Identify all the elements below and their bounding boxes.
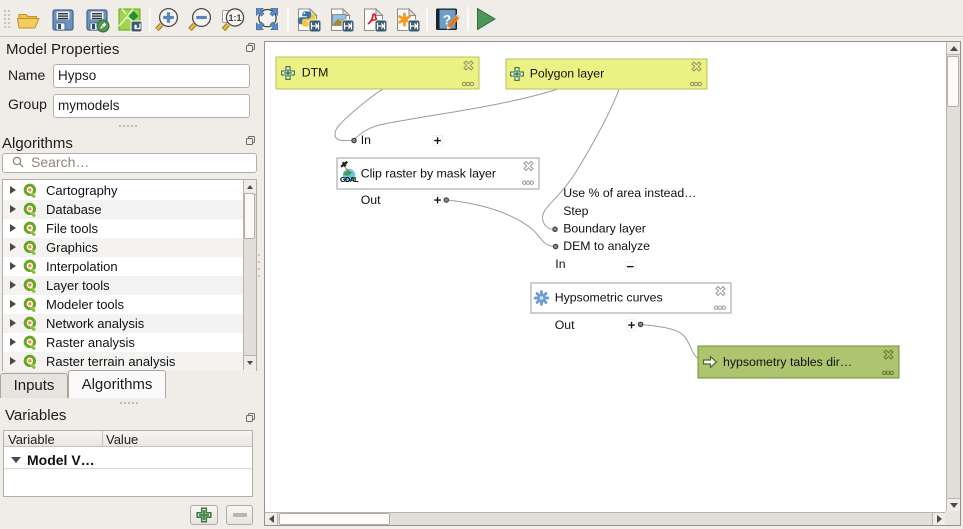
svg-text:DTM: DTM bbox=[302, 66, 329, 80]
svg-text:hypsometry tables dir…: hypsometry tables dir… bbox=[723, 355, 852, 369]
svg-text:In: In bbox=[555, 257, 565, 271]
svg-text:Hypsometric curves: Hypsometric curves bbox=[555, 291, 663, 305]
svg-text:In: In bbox=[361, 133, 371, 147]
svg-text:DEM to analyze: DEM to analyze bbox=[563, 239, 650, 253]
svg-text:Out: Out bbox=[555, 318, 575, 332]
svg-text:1:1: 1:1 bbox=[228, 13, 241, 23]
svg-text:Use % of area instead…: Use % of area instead… bbox=[563, 186, 696, 200]
svg-text:Boundary layer: Boundary layer bbox=[563, 222, 646, 236]
svg-text:GDAL: GDAL bbox=[340, 175, 359, 184]
svg-text:Step: Step bbox=[563, 204, 588, 218]
svg-text:Out: Out bbox=[361, 193, 381, 207]
svg-text:Polygon layer: Polygon layer bbox=[530, 67, 605, 81]
svg-text:Clip raster by mask layer: Clip raster by mask layer bbox=[361, 167, 496, 181]
